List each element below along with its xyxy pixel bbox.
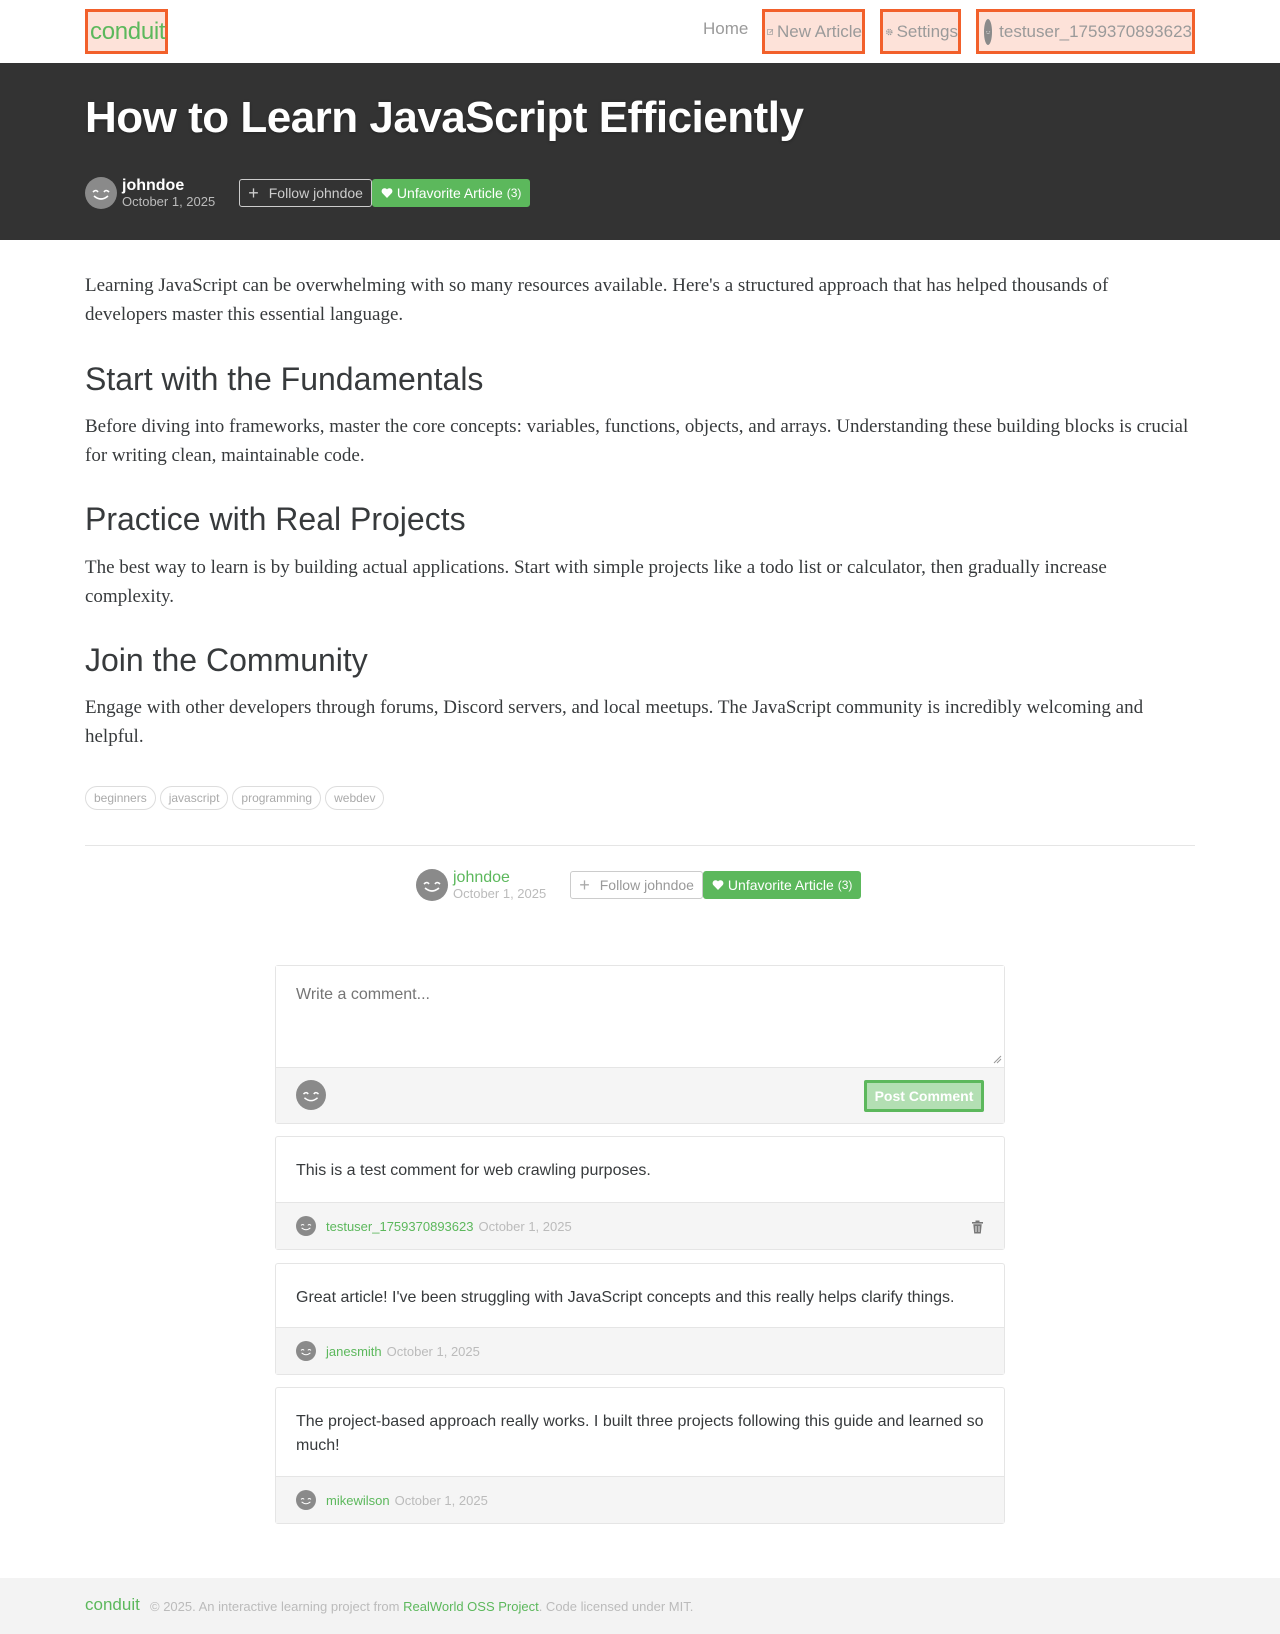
footer-attribution: © 2025. An interactive learning project …	[150, 1599, 693, 1614]
comment-footer: janesmith October 1, 2025	[276, 1327, 1004, 1374]
author-link[interactable]: johndoe	[453, 869, 546, 887]
author-info: johndoe October 1, 2025	[453, 869, 546, 901]
follow-author-button[interactable]: + Follow johndoe	[239, 179, 372, 207]
favorite-label: Unfavorite Article	[727, 877, 834, 893]
follow-label: Follow johndoe	[268, 185, 363, 201]
smiley-avatar-icon[interactable]	[296, 1490, 316, 1510]
trash-icon[interactable]	[971, 1220, 984, 1234]
brand-logo-link[interactable]: conduit	[85, 9, 168, 54]
comment-text: Great article! I've been struggling with…	[296, 1289, 955, 1306]
heart-icon	[712, 880, 724, 890]
tag-pill[interactable]: programming	[232, 786, 322, 810]
nav-home-link[interactable]: Home	[703, 19, 748, 39]
footer-realworld-link[interactable]: RealWorld OSS Project	[403, 1599, 539, 1614]
smiley-avatar-icon	[296, 1080, 326, 1110]
comment-text: This is a test comment for web crawling …	[296, 1162, 651, 1179]
edit-icon	[767, 28, 774, 35]
heart-icon	[381, 188, 393, 198]
author-info: johndoe October 1, 2025	[122, 177, 215, 209]
smiley-avatar-icon[interactable]	[296, 1341, 316, 1361]
article-date: October 1, 2025	[453, 885, 547, 901]
plus-icon: +	[248, 183, 259, 203]
resize-grip-icon[interactable]	[992, 1054, 1002, 1064]
favorite-count: (3)	[837, 878, 853, 892]
comment-author-link[interactable]: testuser_1759370893623	[326, 1219, 473, 1234]
article-banner: How to Learn JavaScript Efficiently john…	[0, 63, 1280, 240]
comment-date: October 1, 2025	[386, 1343, 480, 1359]
nav-new-article-link[interactable]: New Article	[762, 9, 865, 54]
smiley-avatar-icon[interactable]	[416, 869, 448, 901]
comment-text: The project-based approach really works.…	[296, 1413, 984, 1454]
tag-pill[interactable]: webdev	[325, 786, 385, 810]
gear-icon	[885, 28, 893, 35]
article-meta-top: johndoe October 1, 2025 + Follow johndoe…	[85, 177, 531, 209]
smiley-avatar-icon[interactable]	[296, 1216, 316, 1236]
nav-settings-label: Settings	[896, 21, 958, 41]
follow-author-button[interactable]: + Follow johndoe	[570, 871, 703, 899]
comment-date: October 1, 2025	[478, 1218, 572, 1234]
article-date: October 1, 2025	[122, 193, 216, 209]
author-link[interactable]: johndoe	[122, 177, 215, 195]
heading-community: Join the Community	[85, 642, 368, 678]
heading-projects: Practice with Real Projects	[85, 501, 466, 537]
comment-card: The project-based approach really works.…	[275, 1387, 1005, 1524]
comment-author-link[interactable]: mikewilson	[326, 1493, 390, 1508]
comment-date: October 1, 2025	[394, 1492, 488, 1508]
comment-footer: mikewilson October 1, 2025	[276, 1476, 1004, 1523]
comment-form: Post Comment	[275, 965, 1005, 1124]
nav-settings-link[interactable]: Settings	[880, 9, 961, 54]
comment-input[interactable]	[276, 966, 1004, 1068]
nav-username: testuser_1759370893623	[999, 21, 1192, 41]
post-comment-button[interactable]: Post Comment	[864, 1080, 984, 1112]
footer-text-before: © 2025. An interactive learning project …	[150, 1599, 404, 1614]
smiley-avatar-icon[interactable]	[85, 177, 117, 209]
paragraph-intro: Learning JavaScript can be overwhelming …	[85, 275, 1109, 325]
paragraph-projects: The best way to learn is by building act…	[85, 557, 1107, 607]
comment-author-link[interactable]: janesmith	[326, 1344, 382, 1359]
tag-list: beginners javascript programming webdev	[85, 786, 385, 810]
comment-card: Great article! I've been struggling with…	[275, 1263, 1005, 1375]
tag-pill[interactable]: javascript	[159, 786, 229, 810]
comment-form-footer: Post Comment	[276, 1067, 1004, 1123]
comment-card: This is a test comment for web crawling …	[275, 1136, 1005, 1250]
footer-brand-link[interactable]: conduit	[85, 1595, 140, 1615]
nav-new-article-label: New Article	[776, 21, 862, 41]
article-title: How to Learn JavaScript Efficiently	[85, 93, 804, 142]
follow-label: Follow johndoe	[599, 877, 694, 893]
smiley-avatar-icon	[984, 18, 993, 45]
heading-fundamentals: Start with the Fundamentals	[85, 361, 484, 397]
divider	[85, 845, 1195, 846]
favorite-label: Unfavorite Article	[396, 185, 503, 201]
paragraph-fundamentals: Before diving into frameworks, master th…	[85, 416, 1189, 466]
unfavorite-article-button[interactable]: Unfavorite Article (3)	[371, 179, 531, 207]
paragraph-community: Engage with other developers through for…	[85, 697, 1144, 747]
navbar: conduit Home New Article Settings testus…	[0, 0, 1280, 63]
footer-text-after: . Code licensed under MIT.	[538, 1599, 694, 1614]
favorite-count: (3)	[506, 186, 522, 200]
article-meta-bottom: johndoe October 1, 2025 + Follow johndoe…	[416, 869, 862, 901]
unfavorite-article-button[interactable]: Unfavorite Article (3)	[702, 871, 862, 899]
tag-pill[interactable]: beginners	[85, 786, 156, 810]
nav-profile-link[interactable]: testuser_1759370893623	[976, 9, 1195, 54]
page-footer: conduit © 2025. An interactive learning …	[0, 1578, 1280, 1634]
comment-footer: testuser_1759370893623 October 1, 2025	[276, 1202, 1004, 1249]
plus-icon: +	[579, 875, 590, 895]
